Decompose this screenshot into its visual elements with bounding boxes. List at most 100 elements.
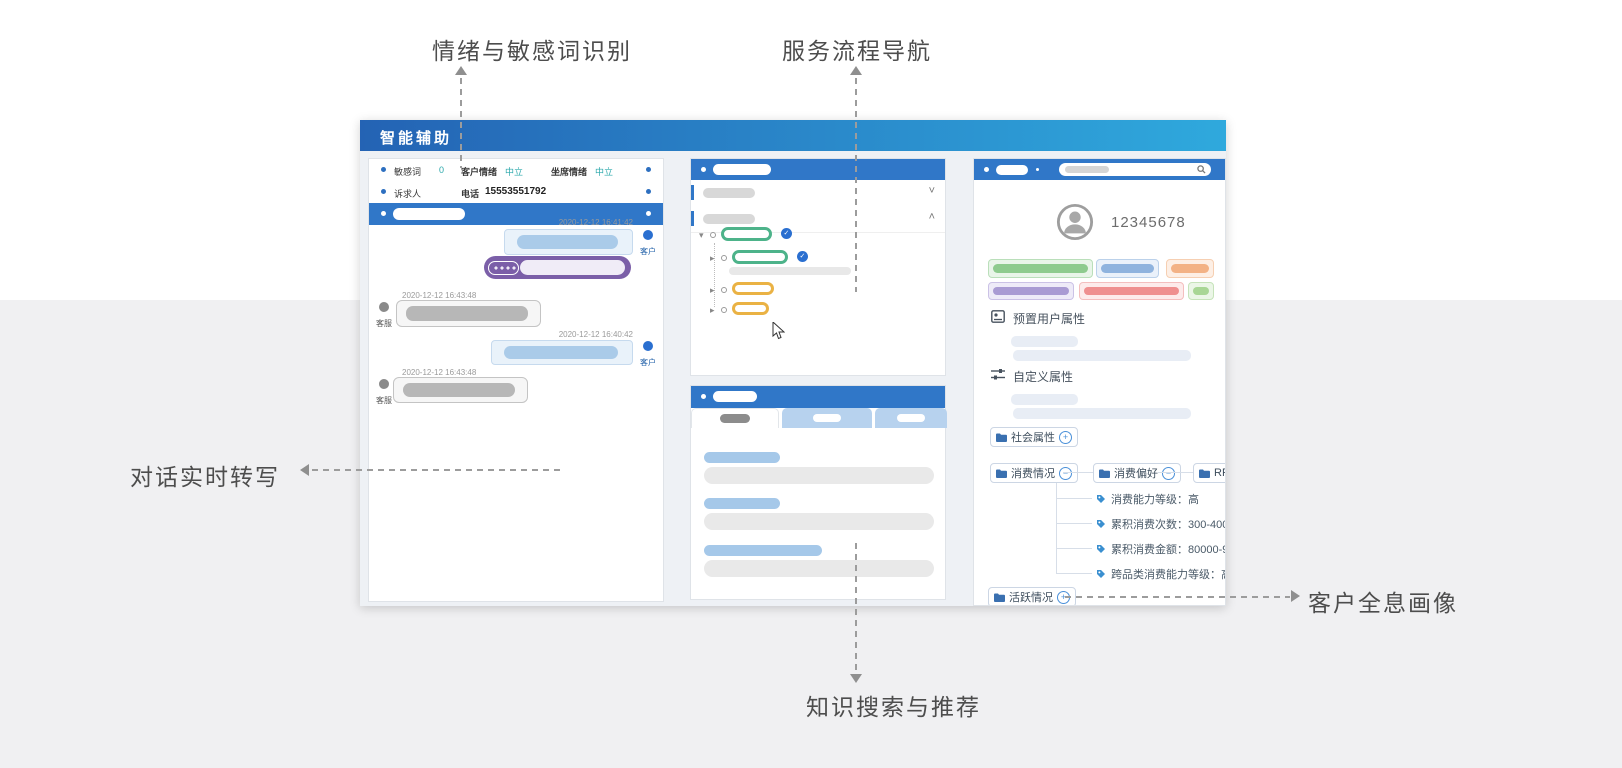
- phone-number: 15553551792: [485, 186, 546, 197]
- callout-emotion-line: [460, 78, 462, 168]
- accent-bar: [691, 185, 694, 200]
- node-preference[interactable]: 消费偏好 −: [1093, 463, 1181, 483]
- check-icon: ✓: [781, 228, 792, 239]
- agent-avatar-label: 客服: [376, 319, 392, 328]
- agent-avatar: 客服: [373, 302, 395, 331]
- tree-connector: [1158, 472, 1193, 473]
- customer-avatar: 客户: [637, 341, 659, 370]
- attr-placeholder: [1011, 336, 1078, 347]
- step-pill-pending[interactable]: [732, 302, 769, 315]
- user-tag[interactable]: [1096, 259, 1159, 278]
- customer-mood-value: 中立: [505, 165, 523, 178]
- caret-right-icon[interactable]: ▸: [710, 305, 715, 315]
- profile-tag-row: 跨品类消费能力等级：高: [1096, 566, 1226, 582]
- folder-icon: [1199, 469, 1210, 478]
- step-pill-done[interactable]: [732, 250, 788, 264]
- node-activity[interactable]: 活跃情况 +: [988, 587, 1076, 606]
- result-snippet-placeholder: [704, 513, 934, 530]
- tree-connector: [1056, 483, 1057, 574]
- attr-placeholder: [1013, 408, 1191, 419]
- callout-knowledge-label: 知识搜索与推荐: [806, 688, 981, 722]
- knowledge-header: [691, 386, 945, 408]
- nav-section-collapsed[interactable]: ˅: [691, 180, 945, 207]
- result-snippet-placeholder: [704, 467, 934, 484]
- process-nav-header: [691, 159, 945, 180]
- check-icon: ✓: [797, 251, 808, 262]
- callout-transcribe-line: [312, 469, 560, 471]
- user-tag[interactable]: [988, 282, 1074, 300]
- tag-icon: [1096, 494, 1106, 504]
- redacted-text: [406, 306, 528, 321]
- app-header: 智能辅助: [360, 120, 1226, 151]
- tree-node-step1[interactable]: ▾ ✓: [699, 225, 792, 243]
- sentiment-row: 敏感词 0 客户情绪 中立 坐席情绪 中立: [369, 159, 663, 182]
- tree-connector: [1056, 548, 1092, 549]
- accent-bar: [691, 211, 694, 226]
- result-title-placeholder[interactable]: [704, 452, 780, 463]
- callout-knowledge-line: [855, 543, 857, 673]
- profile-tag-row: 累积消费金额：80000-90000: [1096, 541, 1226, 557]
- tab-active[interactable]: [691, 408, 779, 428]
- tree-node-step3[interactable]: ▸: [710, 280, 774, 298]
- node-rfm[interactable]: RFM −: [1193, 463, 1226, 483]
- tab-inactive[interactable]: [875, 408, 947, 428]
- customer-avatar-icon: [643, 230, 653, 240]
- node-dot-icon: [721, 287, 727, 293]
- step-pill-pending[interactable]: [732, 282, 774, 295]
- id-card-icon: [991, 310, 1005, 323]
- mouse-cursor-icon: [772, 322, 785, 340]
- tab-label-placeholder: [720, 414, 750, 423]
- agent-avatar-icon: [379, 379, 389, 389]
- profile-tag-row: 累积消费次数：300-400: [1096, 516, 1226, 532]
- user-avatar-icon: [1056, 203, 1094, 241]
- chevron-down-icon[interactable]: ˅: [929, 185, 935, 197]
- minus-icon[interactable]: −: [1162, 467, 1175, 480]
- user-tag[interactable]: [988, 259, 1093, 278]
- node-consumption[interactable]: 消费情况 −: [990, 463, 1078, 483]
- tab-inactive[interactable]: [782, 408, 872, 428]
- tag-icon: [1096, 569, 1106, 579]
- callout-flow-line: [855, 78, 857, 292]
- user-tag[interactable]: [1188, 282, 1214, 300]
- user-tag[interactable]: [1079, 282, 1184, 300]
- customer-avatar-icon: [643, 341, 653, 351]
- result-title-placeholder[interactable]: [704, 545, 822, 556]
- tree-node-step4[interactable]: ▸: [710, 300, 769, 318]
- app-title: 智能辅助: [380, 127, 452, 148]
- redacted-text: [504, 346, 618, 359]
- caller-row: 诉求人 电话 15553551792: [369, 181, 663, 204]
- search-input[interactable]: [1059, 163, 1211, 176]
- arrowhead-down: [850, 674, 862, 683]
- minus-icon[interactable]: −: [1059, 467, 1072, 480]
- node-label: 活跃情况: [1009, 589, 1053, 605]
- chevron-up-icon[interactable]: ˄: [929, 211, 935, 223]
- customer-profile-panel: 12345678 预置用户属性 自定义属性 社会属性 + 消费情况 −: [973, 158, 1226, 606]
- node-dot-icon: [710, 232, 716, 238]
- tag-icon: [1096, 544, 1106, 554]
- callout-transcribe-label: 对话实时转写: [130, 458, 280, 492]
- app-window: 智能辅助 敏感词 0 客户情绪 中立 坐席情绪 中立 诉求人 电话 155535…: [360, 120, 1226, 606]
- message-time: 2020-12-12 16:41:42: [559, 218, 633, 227]
- plus-icon[interactable]: +: [1059, 431, 1072, 444]
- agent-mood-label: 坐席情绪: [551, 165, 587, 178]
- tree-node-step2[interactable]: ▸ ✓: [710, 248, 808, 266]
- callout-portrait-label: 客户全息画像: [1308, 584, 1458, 618]
- step-pill-done[interactable]: [721, 227, 772, 241]
- marker-dot-icon: [701, 167, 706, 172]
- search-icon[interactable]: [1197, 165, 1206, 174]
- knowledge-tabs: [691, 408, 945, 428]
- attr-placeholder: [1013, 350, 1191, 361]
- caret-right-icon[interactable]: ▸: [710, 253, 715, 263]
- tree-connector: [1056, 498, 1092, 499]
- user-tag[interactable]: [1166, 259, 1214, 278]
- tag-fill: [1084, 287, 1179, 295]
- caret-down-icon[interactable]: ▾: [699, 230, 704, 240]
- user-id: 12345678: [1111, 214, 1186, 231]
- current-step-highlight: [729, 267, 851, 275]
- caret-right-icon[interactable]: ▸: [710, 285, 715, 295]
- customer-avatar-label: 客户: [640, 358, 656, 367]
- customer-avatar-label: 客户: [640, 247, 656, 256]
- result-title-placeholder[interactable]: [704, 498, 780, 509]
- node-social-attrs[interactable]: 社会属性 +: [990, 427, 1078, 447]
- marker-dot-icon: [381, 211, 386, 216]
